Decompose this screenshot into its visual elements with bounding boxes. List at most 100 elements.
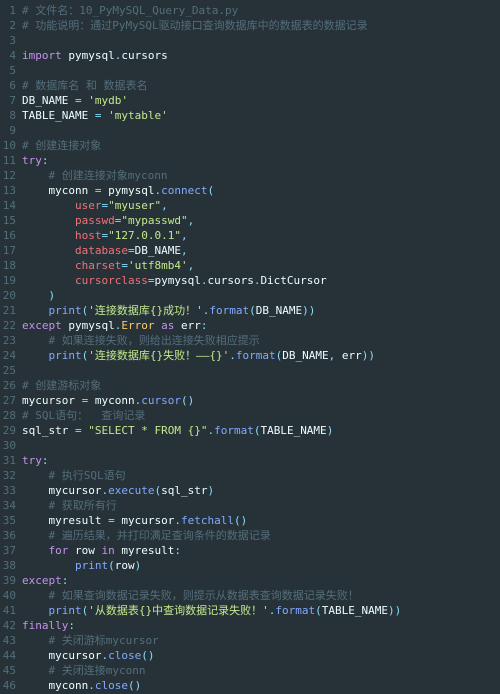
- code-line[interactable]: 23 # 如果连接失败，则给出连接失败相应提示: [0, 333, 500, 348]
- code-content[interactable]: [22, 123, 500, 138]
- code-line[interactable]: 35 myresult = mycursor.fetchall(): [0, 513, 500, 528]
- token-ws: [22, 214, 75, 227]
- code-content[interactable]: # 遍历结果，并打印满足查询条件的数据记录: [22, 528, 500, 543]
- code-content[interactable]: # SQL语句： 查询记录: [22, 408, 500, 423]
- code-line[interactable]: 3: [0, 33, 500, 48]
- code-content[interactable]: # 获取所有行: [22, 498, 500, 513]
- code-content[interactable]: # 如果连接失败，则给出连接失败相应提示: [22, 333, 500, 348]
- code-line[interactable]: 34 # 获取所有行: [0, 498, 500, 513]
- code-content[interactable]: # 创建连接对象myconn: [22, 168, 500, 183]
- code-line[interactable]: 2# 功能说明：通过PyMySQL驱动接口查询数据库中的数据表的数据记录: [0, 18, 500, 33]
- code-line[interactable]: 40 # 如果查询数据记录失败，则提示从数据表查询数据记录失败！: [0, 588, 500, 603]
- code-line[interactable]: 42finally:: [0, 618, 500, 633]
- code-line[interactable]: 20 ): [0, 288, 500, 303]
- code-line[interactable]: 36 # 遍历结果，并打印满足查询条件的数据记录: [0, 528, 500, 543]
- code-line[interactable]: 38 print(row): [0, 558, 500, 573]
- code-line[interactable]: 32 # 执行SQL语句: [0, 468, 500, 483]
- code-content[interactable]: print('从数据表{}中查询数据记录失败！'.format(TABLE_NA…: [22, 603, 500, 618]
- code-line[interactable]: 10# 创建连接对象: [0, 138, 500, 153]
- code-line[interactable]: 30: [0, 438, 500, 453]
- code-content[interactable]: # 关闭连接myconn: [22, 663, 500, 678]
- code-line[interactable]: 46 myconn.close(): [0, 678, 500, 693]
- code-line[interactable]: 28# SQL语句： 查询记录: [0, 408, 500, 423]
- code-content[interactable]: import pymysql.cursors: [22, 48, 500, 63]
- code-content[interactable]: try:: [22, 453, 500, 468]
- code-line[interactable]: 11try:: [0, 153, 500, 168]
- code-content[interactable]: try:: [22, 153, 500, 168]
- code-line[interactable]: 43 # 关闭游标mycursor: [0, 633, 500, 648]
- code-content[interactable]: user="myuser",: [22, 198, 500, 213]
- token-op: :: [42, 454, 49, 467]
- code-content[interactable]: myconn = pymysql.connect(: [22, 183, 500, 198]
- code-content[interactable]: finally:: [22, 618, 500, 633]
- code-line[interactable]: 13 myconn = pymysql.connect(: [0, 183, 500, 198]
- code-content[interactable]: print(row): [22, 558, 500, 573]
- code-content[interactable]: myresult = mycursor.fetchall(): [22, 513, 500, 528]
- code-content[interactable]: [22, 63, 500, 78]
- code-content[interactable]: print('连接数据库{}成功！'.format(DB_NAME)): [22, 303, 500, 318]
- code-line[interactable]: 29sql_str = "SELECT * FROM {}".format(TA…: [0, 423, 500, 438]
- code-content[interactable]: TABLE_NAME = 'mytable': [22, 108, 500, 123]
- code-content[interactable]: passwd="mypasswd",: [22, 213, 500, 228]
- code-content[interactable]: # 数据库名 和 数据表名: [22, 78, 500, 93]
- code-content[interactable]: # 关闭游标mycursor: [22, 633, 500, 648]
- code-line[interactable]: 6# 数据库名 和 数据表名: [0, 78, 500, 93]
- code-content[interactable]: database=DB_NAME,: [22, 243, 500, 258]
- token-op: ,: [181, 229, 188, 242]
- code-content[interactable]: for row in myresult:: [22, 543, 500, 558]
- code-content[interactable]: [22, 363, 500, 378]
- code-content[interactable]: ): [22, 288, 500, 303]
- code-content[interactable]: print('连接数据库{}失败！——{}'.format(DB_NAME, e…: [22, 348, 500, 363]
- token-fn: format: [209, 304, 249, 317]
- code-content[interactable]: # 创建连接对象: [22, 138, 500, 153]
- code-line[interactable]: 37 for row in myresult:: [0, 543, 500, 558]
- code-line[interactable]: 7DB_NAME = 'mydb': [0, 93, 500, 108]
- code-line[interactable]: 9: [0, 123, 500, 138]
- code-content[interactable]: except:: [22, 573, 500, 588]
- code-content[interactable]: except pymysql.Error as err:: [22, 318, 500, 333]
- code-line[interactable]: 41 print('从数据表{}中查询数据记录失败！'.format(TABLE…: [0, 603, 500, 618]
- code-line[interactable]: 16 host="127.0.0.1",: [0, 228, 500, 243]
- code-line[interactable]: 39except:: [0, 573, 500, 588]
- token-var: TABLE_NAME: [260, 424, 326, 437]
- code-line[interactable]: 26# 创建游标对象: [0, 378, 500, 393]
- code-content[interactable]: mycursor = myconn.cursor(): [22, 393, 500, 408]
- code-line[interactable]: 27mycursor = myconn.cursor(): [0, 393, 500, 408]
- code-line[interactable]: 45 # 关闭连接myconn: [0, 663, 500, 678]
- code-line[interactable]: 12 # 创建连接对象myconn: [0, 168, 500, 183]
- code-content[interactable]: # 如果查询数据记录失败，则提示从数据表查询数据记录失败！: [22, 588, 500, 603]
- code-line[interactable]: 8TABLE_NAME = 'mytable': [0, 108, 500, 123]
- code-line[interactable]: 31try:: [0, 453, 500, 468]
- token-op: ): [207, 484, 214, 497]
- code-content[interactable]: [22, 33, 500, 48]
- code-line[interactable]: 21 print('连接数据库{}成功！'.format(DB_NAME)): [0, 303, 500, 318]
- code-line[interactable]: 14 user="myuser",: [0, 198, 500, 213]
- token-op: =: [121, 259, 128, 272]
- code-line[interactable]: 24 print('连接数据库{}失败！——{}'.format(DB_NAME…: [0, 348, 500, 363]
- code-content[interactable]: [22, 438, 500, 453]
- code-content[interactable]: mycursor.execute(sql_str): [22, 483, 500, 498]
- code-editor[interactable]: 1# 文件名：10_PyMySQL_Query_Data.py2# 功能说明：通…: [0, 3, 500, 693]
- code-line[interactable]: 4import pymysql.cursors: [0, 48, 500, 63]
- code-line[interactable]: 19 cursorclass=pymysql.cursors.DictCurso…: [0, 273, 500, 288]
- code-content[interactable]: charset='utf8mb4',: [22, 258, 500, 273]
- code-line[interactable]: 22except pymysql.Error as err:: [0, 318, 500, 333]
- code-line[interactable]: 17 database=DB_NAME,: [0, 243, 500, 258]
- code-content[interactable]: # 文件名：10_PyMySQL_Query_Data.py: [22, 3, 500, 18]
- code-line[interactable]: 1# 文件名：10_PyMySQL_Query_Data.py: [0, 3, 500, 18]
- code-line[interactable]: 18 charset='utf8mb4',: [0, 258, 500, 273]
- code-content[interactable]: # 执行SQL语句: [22, 468, 500, 483]
- code-content[interactable]: myconn.close(): [22, 678, 500, 693]
- code-line[interactable]: 33 mycursor.execute(sql_str): [0, 483, 500, 498]
- code-line[interactable]: 15 passwd="mypasswd",: [0, 213, 500, 228]
- code-line[interactable]: 44 mycursor.close(): [0, 648, 500, 663]
- code-content[interactable]: cursorclass=pymysql.cursors.DictCursor: [22, 273, 500, 288]
- code-content[interactable]: mycursor.close(): [22, 648, 500, 663]
- code-line[interactable]: 5: [0, 63, 500, 78]
- code-content[interactable]: sql_str = "SELECT * FROM {}".format(TABL…: [22, 423, 500, 438]
- code-content[interactable]: DB_NAME = 'mydb': [22, 93, 500, 108]
- code-content[interactable]: # 功能说明：通过PyMySQL驱动接口查询数据库中的数据表的数据记录: [22, 18, 500, 33]
- code-content[interactable]: # 创建游标对象: [22, 378, 500, 393]
- code-content[interactable]: host="127.0.0.1",: [22, 228, 500, 243]
- code-line[interactable]: 25: [0, 363, 500, 378]
